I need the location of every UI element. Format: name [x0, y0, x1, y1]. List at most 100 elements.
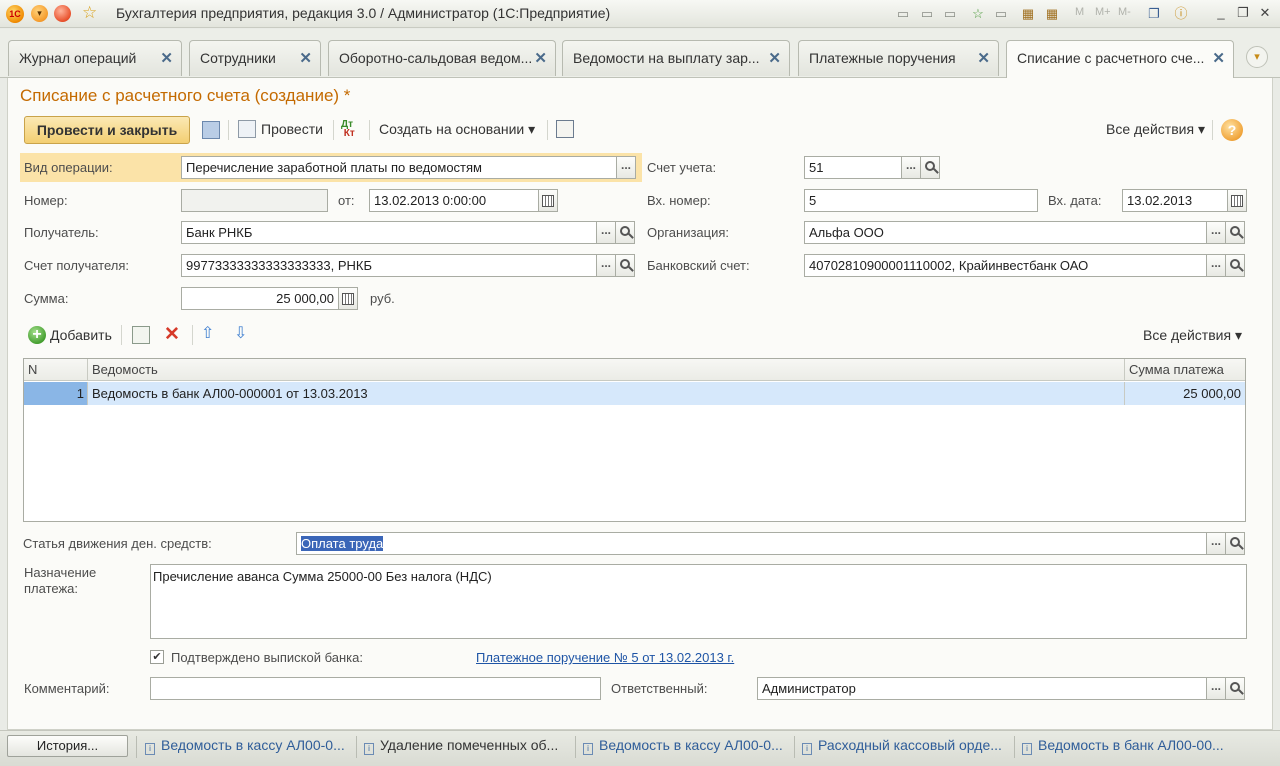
incoming-date-field[interactable]: 13.02.2013: [1122, 189, 1228, 212]
post-and-close-button[interactable]: Провести и закрыть: [24, 116, 190, 144]
history-button[interactable]: История...: [7, 735, 128, 757]
calculator-icon[interactable]: [339, 287, 358, 310]
close-icon[interactable]: ✕: [299, 49, 312, 67]
date-field[interactable]: 13.02.2013 0:00:00: [369, 189, 539, 212]
report-icon[interactable]: [556, 120, 574, 138]
favorites-star-icon[interactable]: ☆: [82, 3, 97, 23]
print-icon[interactable]: ▭: [919, 6, 935, 22]
cashflow-field[interactable]: Оплата труда: [296, 532, 1207, 555]
memory-m-button[interactable]: M: [1075, 6, 1084, 18]
dt-kt-icon[interactable]: Дт Кт: [341, 120, 355, 139]
menu-dropdown-icon[interactable]: ▾: [31, 5, 48, 22]
windows-icon[interactable]: ❐: [1146, 6, 1162, 22]
maximize-button[interactable]: ❐: [1234, 5, 1252, 21]
tabs-dropdown-icon[interactable]: ▾: [1246, 46, 1268, 68]
close-icon[interactable]: ✕: [768, 49, 781, 67]
tab-write-off-active[interactable]: Списание с расчетного сче... ✕: [1006, 40, 1234, 78]
search-icon[interactable]: [616, 254, 635, 277]
calendar-icon[interactable]: ▦: [1044, 6, 1060, 22]
close-window-button[interactable]: ✕: [1256, 5, 1274, 21]
history-icon[interactable]: ▭: [993, 6, 1009, 22]
tab-label: Платежные поручения: [809, 50, 956, 66]
tab-employees[interactable]: Сотрудники ✕: [189, 40, 321, 76]
recipient-account-field[interactable]: 99773333333333333333, РНКБ: [181, 254, 597, 277]
column-header-amount[interactable]: Сумма платежа: [1125, 359, 1245, 381]
separator: [547, 120, 548, 140]
search-icon[interactable]: [1226, 221, 1245, 244]
search-icon[interactable]: [1226, 532, 1245, 555]
sum-field[interactable]: 25 000,00: [181, 287, 339, 310]
bank-account-field[interactable]: 40702810900001110002, Крайинвестбанк ОАО: [804, 254, 1207, 277]
taskbar-item[interactable]: i Ведомость в банк АЛ00-00...: [1022, 737, 1227, 755]
column-header-n[interactable]: N: [24, 359, 88, 381]
tab-trial-balance[interactable]: Оборотно-сальдовая ведом... ✕: [328, 40, 556, 76]
tab-journal[interactable]: Журнал операций ✕: [8, 40, 182, 76]
taskbar-item[interactable]: i Удаление помеченных об...: [364, 737, 574, 755]
memory-mminus-button[interactable]: M-: [1118, 6, 1131, 18]
select-button[interactable]: ...: [597, 254, 616, 277]
confirmed-checkbox[interactable]: ✔: [150, 650, 164, 664]
recipient-field[interactable]: Банк РНКБ: [181, 221, 597, 244]
row-number[interactable]: 1: [24, 382, 88, 405]
preview-icon[interactable]: ▭: [942, 6, 958, 22]
number-field[interactable]: [181, 189, 328, 212]
column-header-statement[interactable]: Ведомость: [88, 359, 1125, 381]
calendar-icon[interactable]: [1228, 189, 1247, 212]
add-favorite-icon[interactable]: ☆: [970, 6, 986, 22]
select-button[interactable]: ...: [1207, 532, 1226, 555]
search-icon[interactable]: [921, 156, 940, 179]
save-icon[interactable]: ▭: [895, 6, 911, 22]
add-row-button[interactable]: Добавить: [50, 327, 112, 343]
close-icon[interactable]: ✕: [160, 49, 173, 67]
operation-type-field[interactable]: Перечисление заработной платы по ведомос…: [181, 156, 617, 179]
tab-payroll-statements[interactable]: Ведомости на выплату зар... ✕: [562, 40, 790, 76]
grid-all-actions-button[interactable]: Все действия ▾: [1143, 327, 1242, 344]
all-actions-button[interactable]: Все действия ▾: [1106, 121, 1205, 138]
comment-field[interactable]: [150, 677, 601, 700]
minimize-button[interactable]: _: [1212, 5, 1230, 21]
add-icon[interactable]: +: [28, 326, 46, 344]
incoming-number-field[interactable]: 5: [804, 189, 1038, 212]
move-down-icon[interactable]: ⇩: [234, 323, 247, 343]
bank-account-label: Банковский счет:: [647, 258, 750, 273]
close-icon[interactable]: ✕: [534, 49, 547, 67]
post-button[interactable]: Провести: [261, 121, 323, 137]
search-icon[interactable]: [1226, 254, 1245, 277]
taskbar-item[interactable]: i Расходный кассовый орде...: [802, 737, 1007, 755]
organization-field[interactable]: Альфа ООО: [804, 221, 1207, 244]
search-icon[interactable]: [616, 221, 635, 244]
calculator-icon[interactable]: ▦: [1020, 6, 1036, 22]
select-button[interactable]: ...: [1207, 677, 1226, 700]
home-icon[interactable]: [54, 5, 71, 22]
info-icon[interactable]: ⓘ: [1173, 6, 1189, 22]
purpose-textarea[interactable]: Пречисление аванса Сумма 25000-00 Без на…: [150, 564, 1247, 639]
tab-payment-orders[interactable]: Платежные поручения ✕: [798, 40, 999, 76]
move-up-icon[interactable]: ⇧: [201, 323, 214, 343]
row-statement[interactable]: Ведомость в банк АЛ00-000001 от 13.03.20…: [88, 382, 1125, 405]
app-logo-icon[interactable]: 1С: [6, 5, 24, 23]
select-button[interactable]: ...: [617, 156, 636, 179]
taskbar-item[interactable]: i Ведомость в кассу АЛ00-0...: [145, 737, 350, 755]
taskbar-item[interactable]: i Ведомость в кассу АЛ00-0...: [583, 737, 788, 755]
close-icon[interactable]: ✕: [1212, 49, 1225, 67]
save-icon[interactable]: [202, 121, 220, 139]
memory-mplus-button[interactable]: M+: [1095, 6, 1111, 18]
select-button[interactable]: ...: [1207, 221, 1226, 244]
tab-label: Оборотно-сальдовая ведом...: [339, 50, 531, 66]
payment-order-link[interactable]: Платежное поручение № 5 от 13.02.2013 г.: [476, 650, 734, 665]
all-actions-label: Все действия: [1106, 121, 1195, 137]
account-field[interactable]: 51: [804, 156, 902, 179]
select-button[interactable]: ...: [902, 156, 921, 179]
row-amount[interactable]: 25 000,00: [1125, 382, 1245, 405]
select-button[interactable]: ...: [597, 221, 616, 244]
calendar-icon[interactable]: [539, 189, 558, 212]
help-icon[interactable]: ?: [1221, 119, 1243, 141]
search-icon[interactable]: [1226, 677, 1245, 700]
separator: [1014, 736, 1015, 758]
copy-row-icon[interactable]: [132, 326, 150, 344]
select-button[interactable]: ...: [1207, 254, 1226, 277]
responsible-field[interactable]: Администратор: [757, 677, 1207, 700]
create-based-on-button[interactable]: Создать на основании ▾: [379, 121, 535, 138]
close-icon[interactable]: ✕: [977, 49, 990, 67]
delete-row-icon[interactable]: ✕: [164, 323, 180, 346]
